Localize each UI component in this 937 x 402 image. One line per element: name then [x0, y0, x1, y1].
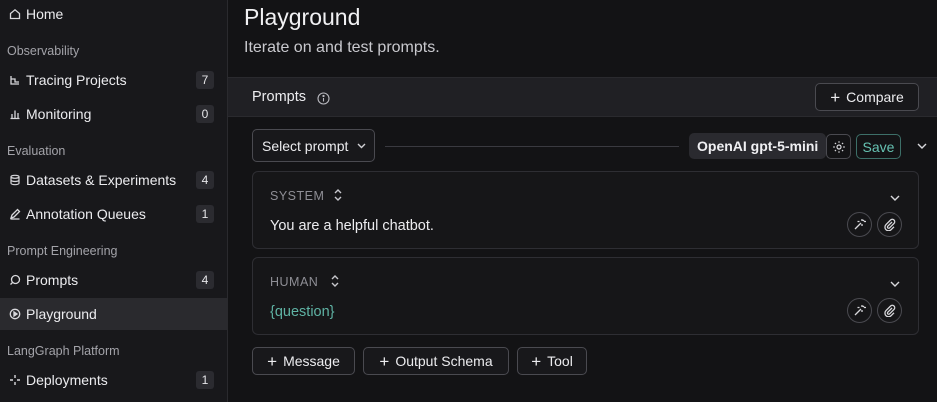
section-observability: Observability	[7, 44, 80, 58]
tracing-icon	[8, 74, 21, 87]
paperclip-icon	[884, 304, 896, 317]
prompts-title: Prompts	[252, 89, 306, 105]
count-badge: 4	[196, 171, 214, 189]
divider	[385, 146, 679, 147]
chevron-down-icon[interactable]	[916, 140, 928, 152]
count-badge: 1	[196, 205, 214, 223]
page-subtitle: Iterate on and test prompts.	[244, 39, 440, 56]
magic-wand-icon	[854, 305, 866, 316]
sidebar-item-playground[interactable]: Playground	[0, 298, 227, 330]
home-icon	[8, 8, 21, 21]
sidebar-item-label: Annotation Queues	[26, 206, 146, 222]
chevron-down-icon[interactable]	[889, 278, 901, 290]
play-icon	[8, 308, 21, 321]
info-icon[interactable]	[317, 92, 330, 105]
plus-icon: +	[379, 351, 390, 371]
add-message-label: Message	[283, 353, 340, 369]
chevron-down-icon	[357, 143, 366, 149]
count-badge: 1	[196, 371, 214, 389]
chevron-down-icon[interactable]	[889, 192, 901, 204]
sidebar-item-label: Datasets & Experiments	[26, 172, 177, 188]
count-badge: 4	[196, 271, 214, 289]
select-prompt-dropdown[interactable]: Select prompt	[252, 129, 375, 162]
system-message-card: SYSTEM You are a helpful chatbot.	[252, 171, 919, 249]
section-langgraph-platform: LangGraph Platform	[7, 344, 120, 358]
select-prompt-label: Select prompt	[262, 137, 349, 154]
attach-button[interactable]	[877, 298, 902, 323]
sidebar-item-label: Playground	[26, 306, 97, 322]
sidebar-item-monitoring[interactable]: Monitoring 0	[0, 98, 227, 130]
add-tool-label: Tool	[547, 353, 573, 369]
plus-icon: +	[267, 351, 278, 371]
gear-icon	[832, 140, 845, 153]
model-selector[interactable]: OpenAI gpt-5-mini	[689, 133, 827, 159]
prompt-icon	[8, 274, 21, 287]
sidebar-item-datasets-experiments[interactable]: Datasets & Experiments 4	[0, 164, 227, 196]
save-button[interactable]: Save	[856, 134, 901, 159]
monitoring-icon	[8, 108, 21, 121]
count-badge: 0	[196, 105, 214, 123]
message-role: SYSTEM	[270, 189, 325, 203]
add-tool-button[interactable]: + Tool	[517, 347, 587, 375]
sidebar-item-label: Home	[26, 6, 64, 22]
sidebar-item-label: Deployments	[26, 372, 108, 388]
message-text[interactable]: {question}	[270, 304, 335, 320]
attach-button[interactable]	[877, 212, 902, 237]
deploy-icon	[8, 374, 21, 387]
compare-button[interactable]: + Compare	[815, 83, 919, 111]
sidebar-item-label: Prompts	[26, 272, 79, 288]
sidebar-item-tracing-projects[interactable]: Tracing Projects 7	[0, 64, 227, 96]
human-message-card: HUMAN {question}	[252, 257, 919, 335]
compare-label: Compare	[846, 89, 904, 105]
count-badge: 7	[196, 71, 214, 89]
plus-icon: +	[830, 87, 841, 107]
section-evaluation: Evaluation	[7, 144, 66, 158]
pen-icon	[8, 208, 21, 221]
magic-wand-button[interactable]	[847, 212, 872, 237]
add-output-schema-button[interactable]: + Output Schema	[363, 347, 509, 375]
section-prompt-engineering: Prompt Engineering	[7, 244, 118, 258]
message-text[interactable]: You are a helpful chatbot.	[270, 218, 434, 234]
sidebar-item-label: Monitoring	[26, 106, 92, 122]
add-message-button[interactable]: + Message	[252, 347, 355, 375]
magic-wand-button[interactable]	[847, 298, 872, 323]
message-role: HUMAN	[270, 275, 319, 289]
plus-icon: +	[531, 351, 542, 371]
sidebar-item-annotation-queues[interactable]: Annotation Queues 1	[0, 198, 227, 230]
role-switch-icon[interactable]	[333, 187, 343, 203]
sidebar-item-prompts[interactable]: Prompts 4	[0, 264, 227, 296]
prompts-header: Prompts + Compare	[228, 77, 937, 117]
database-icon	[8, 174, 21, 187]
role-switch-icon[interactable]	[330, 273, 340, 289]
magic-wand-icon	[854, 219, 866, 230]
paperclip-icon	[884, 218, 896, 231]
sidebar: Home Observability Tracing Projects 7 Mo…	[0, 0, 228, 402]
sidebar-item-deployments[interactable]: Deployments 1	[0, 364, 227, 396]
add-output-schema-label: Output Schema	[395, 353, 493, 369]
page-title: Playground	[244, 4, 361, 30]
sidebar-item-home[interactable]: Home	[0, 0, 227, 30]
model-settings-button[interactable]	[826, 134, 851, 159]
sidebar-item-label: Tracing Projects	[26, 72, 127, 88]
main-content: Playground Iterate on and test prompts. …	[228, 0, 937, 402]
